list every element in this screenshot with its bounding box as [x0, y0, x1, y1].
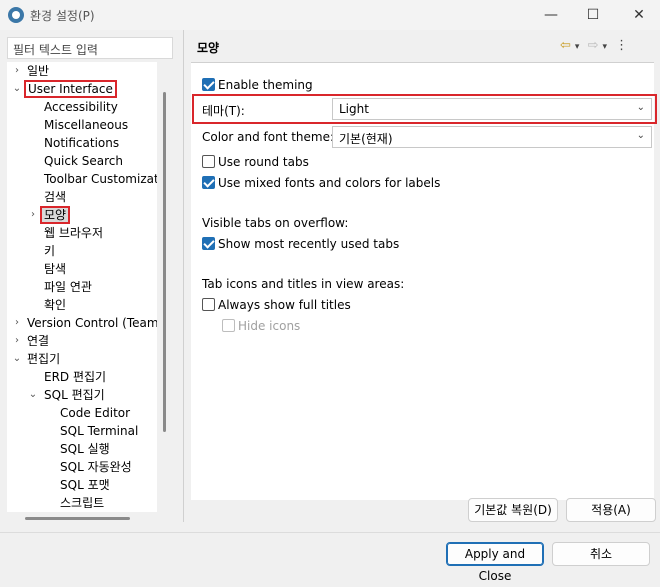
more-options-icon[interactable]: ⋮ [615, 38, 628, 53]
close-button[interactable]: ✕ [624, 4, 654, 26]
tree-item-sql-execute[interactable]: SQL 실행 [60, 440, 110, 458]
enable-theming-checkbox[interactable]: Enable theming [202, 77, 313, 93]
tree-item-sql-format[interactable]: SQL 포맷 [60, 476, 110, 494]
checkbox-label: Show most recently used tabs [218, 237, 400, 251]
app-icon [8, 7, 24, 23]
tree-item-explorer[interactable]: 탐색 [44, 260, 66, 278]
footer-divider [0, 532, 660, 533]
round-tabs-checkbox[interactable]: Use round tabs [202, 154, 309, 170]
theme-select[interactable]: Light ⌄ [332, 98, 652, 120]
checkbox-checked-icon[interactable] [202, 176, 215, 189]
minimize-button[interactable]: — [536, 4, 566, 26]
tree-item-notifications[interactable]: Notifications [44, 134, 119, 152]
chevron-right-icon[interactable]: › [27, 206, 39, 224]
checkbox-unchecked-icon[interactable] [202, 298, 215, 311]
forward-icon[interactable]: ⇨ [588, 38, 599, 53]
checkbox-checked-icon[interactable] [202, 237, 215, 250]
tree-item-version-control[interactable]: › Version Control (Team) [11, 314, 157, 332]
mixed-fonts-checkbox[interactable]: Use mixed fonts and colors for labels [202, 175, 440, 191]
tree-item-quick-search[interactable]: Quick Search [44, 152, 123, 170]
tree-label: 모양 [39, 206, 71, 224]
tree-label: 편집기 [27, 352, 61, 366]
visible-tabs-heading: Visible tabs on overflow: [202, 216, 349, 230]
tree-item-keys[interactable]: 키 [44, 242, 55, 260]
tree-item-general[interactable]: › 일반 [11, 62, 49, 80]
checkbox-unchecked-icon[interactable] [202, 155, 215, 168]
tree-label: Version Control (Team) [27, 316, 157, 330]
theme-select-value: Light [339, 102, 369, 116]
chevron-down-icon[interactable]: ⌄ [11, 350, 23, 368]
tree-label: 연결 [27, 334, 50, 348]
tree-item-user-interface[interactable]: ⌄ User Interface [11, 80, 117, 98]
tree-item-connection[interactable]: › 연결 [11, 332, 49, 350]
chevron-right-icon[interactable]: › [11, 332, 23, 350]
cancel-button[interactable]: 취소 [552, 542, 650, 566]
tree-item-sql-autocomplete[interactable]: SQL 자동완성 [60, 458, 132, 476]
tree-item-code-editor[interactable]: Code Editor [60, 404, 130, 422]
tree-item-appearance[interactable]: › 모양 [27, 206, 71, 224]
checkbox-label: Always show full titles [218, 298, 351, 312]
show-recent-tabs-checkbox[interactable]: Show most recently used tabs [202, 236, 399, 252]
window-title: 환경 설정(P) [30, 9, 95, 23]
apply-button[interactable]: 적용(A) [566, 498, 656, 522]
page-nav: ⇦ ▾ ⇨ ▾ ⋮ [560, 38, 632, 53]
page-title: 모양 [197, 41, 220, 55]
tree-item-search[interactable]: 검색 [44, 188, 66, 206]
tab-icons-heading: Tab icons and titles in view areas: [202, 277, 405, 291]
always-full-titles-checkbox[interactable]: Always show full titles [202, 297, 351, 313]
tree-item-editors[interactable]: ⌄ 편집기 [11, 350, 60, 368]
chevron-right-icon[interactable]: › [11, 62, 23, 80]
tree-item-sql-terminal[interactable]: SQL Terminal [60, 422, 138, 440]
checkbox-label: Use mixed fonts and colors for labels [218, 176, 441, 190]
checkbox-label: Hide icons [238, 319, 301, 333]
tree-item-web-browser[interactable]: 웹 브라우저 [44, 224, 103, 242]
title-bar: 환경 설정(P) — ☐ ✕ [0, 0, 660, 30]
apply-and-close-button[interactable]: Apply and Close [446, 542, 544, 583]
hide-icons-checkbox: Hide icons [222, 318, 300, 334]
tree-item-confirm[interactable]: 확인 [44, 296, 66, 314]
chevron-down-icon: ⌄ [636, 130, 645, 141]
tree-item-script[interactable]: 스크립트 [60, 494, 104, 512]
preference-tree: › 일반 ⌄ User Interface Accessibility Misc… [7, 62, 157, 512]
tree-label: User Interface [24, 80, 117, 98]
chevron-down-icon[interactable]: ⌄ [11, 80, 23, 98]
chevron-down-icon[interactable]: ⌄ [27, 386, 39, 404]
color-font-theme-label: Color and font theme: [202, 130, 335, 144]
color-font-theme-value: 기본(현재) [339, 132, 393, 146]
chevron-down-icon: ⌄ [636, 102, 645, 113]
tree-item-file-assoc[interactable]: 파일 연관 [44, 278, 92, 296]
color-font-theme-select[interactable]: 기본(현재) ⌄ [332, 126, 652, 148]
tree-item-toolbar-customization[interactable]: Toolbar Customizatic [44, 170, 157, 188]
maximize-button[interactable]: ☐ [578, 4, 608, 26]
pane-splitter[interactable] [183, 30, 184, 522]
tree-vertical-scrollbar[interactable] [163, 92, 166, 432]
chevron-right-icon[interactable]: › [11, 314, 23, 332]
tree-item-miscellaneous[interactable]: Miscellaneous [44, 116, 128, 134]
back-menu-icon[interactable]: ▾ [575, 42, 580, 52]
tree-label: SQL 편집기 [44, 388, 105, 402]
filter-input[interactable]: 필터 텍스트 입력 [7, 37, 173, 59]
tree-label: 일반 [27, 64, 50, 78]
tree-horizontal-scrollbar[interactable] [25, 517, 130, 520]
checkbox-disabled-icon [222, 319, 235, 332]
tree-item-erd-editor[interactable]: ERD 편집기 [44, 368, 106, 386]
back-icon[interactable]: ⇦ [560, 38, 571, 53]
tree-item-sql-editor[interactable]: ⌄ SQL 편집기 [27, 386, 105, 404]
checkbox-label: Use round tabs [218, 155, 309, 169]
tree-item-accessibility[interactable]: Accessibility [44, 98, 118, 116]
forward-menu-icon[interactable]: ▾ [602, 42, 607, 52]
theme-label: 테마(T): [202, 104, 245, 118]
checkbox-label: Enable theming [218, 78, 313, 92]
restore-defaults-button[interactable]: 기본값 복원(D) [468, 498, 558, 522]
checkbox-checked-icon[interactable] [202, 78, 215, 91]
